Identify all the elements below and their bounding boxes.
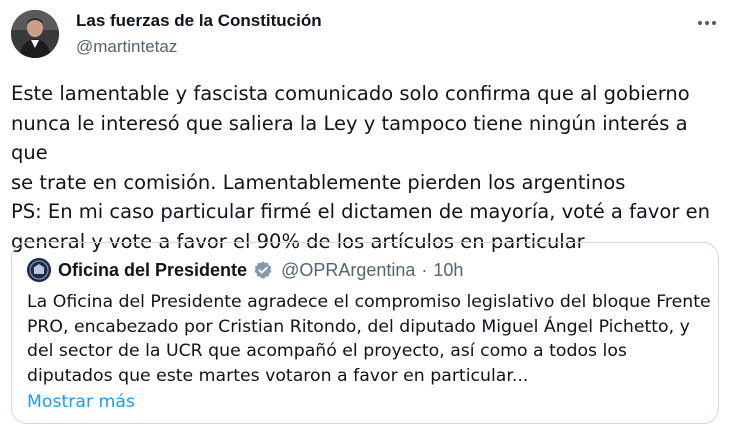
- author-display-name[interactable]: Las fuerzas de la Constitución: [76, 10, 322, 32]
- quoted-author-display-name[interactable]: Oficina del Presidente: [58, 259, 247, 281]
- author-avatar[interactable]: [11, 10, 59, 58]
- quoted-tweet[interactable]: Oficina del Presidente @OPRArgentina · 1…: [11, 242, 719, 424]
- author-info: Las fuerzas de la Constitución @martinte…: [76, 10, 322, 58]
- author-avatar-image: [11, 10, 59, 58]
- more-horizontal-icon: [697, 20, 717, 26]
- author-handle[interactable]: @martintetaz: [76, 36, 322, 58]
- tweet-text: Este lamentable y fascista comunicado so…: [11, 82, 710, 253]
- quoted-author-avatar-image: [27, 258, 51, 282]
- tweet[interactable]: Las fuerzas de la Constitución @martinte…: [0, 0, 739, 442]
- more-options-button[interactable]: [691, 12, 723, 34]
- quoted-tweet-header: Oficina del Presidente @OPRArgentina · 1…: [58, 259, 463, 281]
- quoted-tweet-timestamp[interactable]: 10h: [433, 259, 463, 281]
- quoted-author-avatar[interactable]: [27, 258, 51, 282]
- show-more-link[interactable]: Mostrar más: [27, 390, 135, 414]
- quoted-author-handle[interactable]: @OPRArgentina: [281, 259, 415, 281]
- quoted-tweet-text: La Oficina del Presidente agradece el co…: [27, 292, 711, 386]
- meta-separator: ·: [421, 260, 428, 280]
- verified-badge-icon: [253, 260, 273, 280]
